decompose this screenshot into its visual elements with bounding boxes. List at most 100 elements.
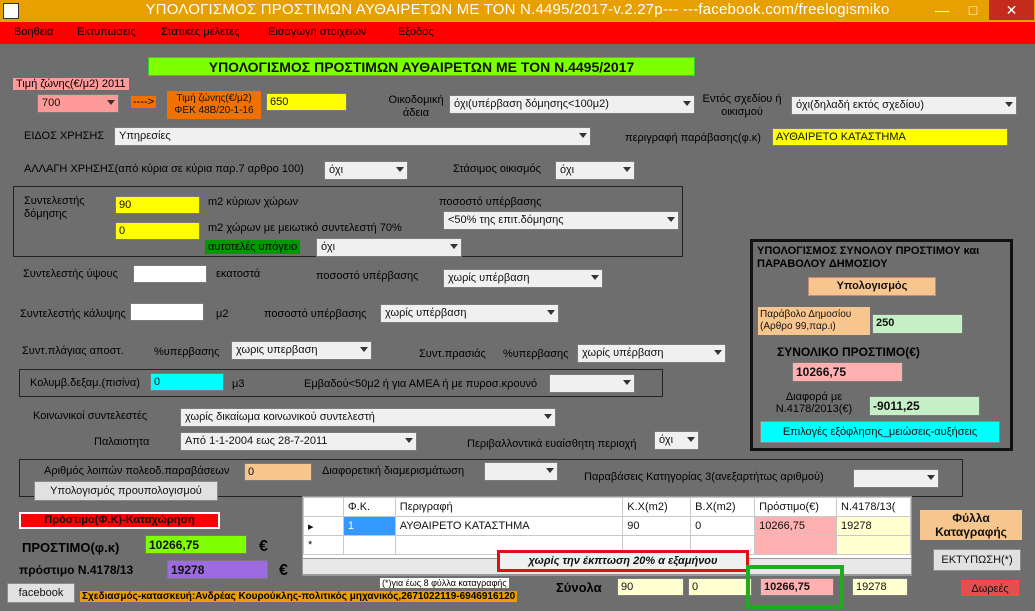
diff-plan-label: Διαφορετική διαμερισμάτωση bbox=[322, 465, 465, 477]
chevron-down-icon bbox=[623, 167, 631, 172]
use-select[interactable]: Υπηρεσίες bbox=[114, 127, 591, 146]
chevron-down-icon bbox=[667, 217, 675, 222]
plan-select-value: όχι(δηλαδή εκτός σχεδίου) bbox=[796, 99, 924, 111]
grid-cell[interactable] bbox=[754, 535, 838, 555]
front-select[interactable]: χωρίς υπέρβαση bbox=[577, 344, 726, 363]
amea-select[interactable] bbox=[549, 374, 635, 393]
zone-select[interactable]: 700 bbox=[37, 94, 119, 113]
change-select[interactable]: όχι bbox=[324, 161, 408, 180]
main-area-input[interactable]: 90 bbox=[115, 196, 200, 214]
other-input[interactable]: 0 bbox=[244, 463, 312, 481]
env-select[interactable]: όχι bbox=[654, 431, 699, 450]
grid-corner bbox=[303, 497, 344, 517]
total-fine-value: 10266,75 bbox=[792, 362, 903, 382]
fee-input[interactable]: 250 bbox=[872, 314, 963, 334]
sum-bx: 0 bbox=[688, 578, 752, 596]
grid-header[interactable]: Β.Χ(m2) bbox=[690, 497, 756, 517]
chevron-down-icon bbox=[579, 133, 587, 138]
table-row[interactable]: ▸ 1 ΑΥΘΑΙΡΕΤΟ ΚΑΤΑΣΤΗΜΑ 90 0 10266,75 19… bbox=[303, 516, 911, 536]
minimize-button[interactable]: — bbox=[927, 0, 957, 20]
pool-label: Κολυμβ.δεξαμ.(πισίνα) bbox=[30, 377, 140, 389]
grid-cell[interactable]: ΑΥΘΑΙΡΕΤΟ ΚΑΤΑΣΤΗΜΑ bbox=[394, 516, 624, 536]
menu-input[interactable]: Εισαγωγη στοιχειων bbox=[268, 26, 366, 38]
menu-prints[interactable]: Εκτυπωσεις bbox=[77, 26, 136, 38]
use-select-value: Υπηρεσίες bbox=[119, 130, 171, 142]
row-selector[interactable]: * bbox=[303, 535, 344, 555]
diff-value: -9011,25 bbox=[869, 396, 980, 416]
grid-header[interactable]: Περιγραφή bbox=[394, 497, 624, 517]
calculate-button[interactable]: Υπολογισμός bbox=[808, 277, 936, 296]
grid-cell[interactable]: 1 bbox=[342, 516, 396, 536]
building-pct-select[interactable]: <50% της επιτ.δόμησης bbox=[443, 211, 679, 230]
chevron-down-icon bbox=[107, 100, 115, 105]
plan-select[interactable]: όχι(δηλαδή εκτός σχεδίου) bbox=[791, 96, 1017, 115]
reduced-area-input[interactable]: 0 bbox=[115, 222, 200, 240]
grid-cell[interactable]: 10266,75 bbox=[754, 516, 838, 536]
chevron-down-icon bbox=[544, 414, 552, 419]
chevron-down-icon bbox=[1005, 102, 1013, 107]
chevron-down-icon bbox=[450, 244, 458, 249]
fek-zone-input[interactable]: 650 bbox=[266, 93, 347, 111]
grid-header[interactable]: Πρόστιμο(€) bbox=[754, 497, 838, 517]
grid-cell[interactable]: 0 bbox=[690, 516, 756, 536]
age-select[interactable]: Από 1-1-2004 εως 28-7-2011 bbox=[180, 432, 417, 451]
social-select[interactable]: χωρίς δικαίωμα κοινωνικού συντελεστή bbox=[180, 408, 556, 427]
register-fine-button[interactable]: Πρόστιμο(Φ.Κ)-Καταχώρηση bbox=[19, 512, 220, 529]
side-select[interactable]: χωρις υπερβαση bbox=[231, 341, 372, 360]
coverage-input[interactable] bbox=[130, 303, 204, 321]
cat3-label: Παραβάσεις Κατηγορίας 3(ανεξαρτήτως αριθ… bbox=[584, 471, 824, 483]
front-label: Συντ.πρασιάς bbox=[419, 348, 486, 360]
coverage-pct-select[interactable]: χωρίς υπέρβαση bbox=[380, 304, 559, 323]
reduced-area-label: m2 χώρων με μειωτικό συντελεστή 70% bbox=[208, 222, 402, 234]
menu-help[interactable]: Βοηθεια bbox=[14, 26, 53, 38]
pool-unit: μ3 bbox=[232, 378, 245, 390]
grid-header[interactable]: Φ.Κ. bbox=[342, 497, 396, 517]
grid-cell[interactable]: 19278 bbox=[836, 516, 911, 536]
row-selector[interactable]: ▸ bbox=[303, 516, 344, 536]
height-pct-select[interactable]: χωρίς υπέρβαση bbox=[443, 269, 603, 288]
facebook-button[interactable]: facebook bbox=[7, 583, 75, 603]
amea-label: Εμβαδού<50μ2 ή για ΑΜΕΑ ή με πυροσ.κρουν… bbox=[304, 378, 538, 390]
grid-cell[interactable] bbox=[342, 535, 396, 555]
close-button[interactable]: ✕ bbox=[989, 0, 1034, 20]
menu-bar: Βοηθεια Εκτυπωσεις Στατικες μελετες Εισα… bbox=[0, 22, 1035, 44]
print-button[interactable]: ΕΚΤΥΠΩΣΗ(*) bbox=[933, 549, 1021, 571]
env-value: όχι bbox=[659, 434, 674, 446]
chevron-down-icon bbox=[360, 347, 368, 352]
totals-title: ΥΠΟΛΟΓΙΣΜΟΣ ΣΥΝΟΛΟΥ ΠΡΟΣΤΙΜΟΥ και ΠΑΡΑΒΟ… bbox=[757, 245, 980, 270]
permit-select[interactable]: όχι(υπέρβαση δόμησης<100μ2) bbox=[449, 95, 695, 114]
coverage-label: Συντελεστής κάλυψης bbox=[20, 308, 126, 320]
fine-fk-value: 10266,75 bbox=[145, 535, 247, 554]
diff-plan-select[interactable] bbox=[484, 462, 558, 481]
payment-options-button[interactable]: Επιλογές εξόφλησης_μειώσεις-αυξήσεις bbox=[760, 421, 1000, 443]
gifts-button[interactable]: Δωρεές bbox=[961, 580, 1019, 596]
grid-cell[interactable] bbox=[836, 535, 911, 555]
stasimos-select[interactable]: όχι bbox=[555, 161, 635, 180]
grid-cell[interactable]: 90 bbox=[622, 516, 692, 536]
age-value: Από 1-1-2004 εως 28-7-2011 bbox=[185, 435, 328, 447]
maximize-button[interactable]: □ bbox=[958, 0, 988, 20]
basement-select[interactable]: όχι bbox=[316, 238, 462, 257]
sum-old: 19278 bbox=[852, 578, 908, 596]
grid-header[interactable]: Κ.Χ(m2) bbox=[622, 497, 692, 517]
total-fine-label: ΣΥΝΟΛΙΚΟ ΠΡΟΣΤΙΜΟ(€) bbox=[777, 345, 920, 359]
height-input[interactable] bbox=[133, 265, 207, 283]
building-pct-label: ποσοστό υπέρβασης bbox=[439, 196, 542, 208]
zone-select-value: 700 bbox=[42, 97, 61, 109]
pool-input[interactable]: 0 bbox=[150, 373, 224, 391]
fine-fk-label: ΠΡΟΣΤΙΜΟ(φ.κ) bbox=[22, 540, 120, 555]
building-pct-value: <50% της επιτ.δόμησης bbox=[448, 214, 564, 226]
descr-input[interactable]: ΑΥΘΑΙΡΕΤΟ ΚΑΤΑΣΤΗΜΑ bbox=[772, 128, 1008, 146]
old-law-label: πρόστιμο Ν.4178/13 bbox=[19, 563, 134, 577]
chevron-down-icon bbox=[546, 468, 554, 473]
menu-static[interactable]: Στατικες μελετες bbox=[161, 26, 240, 38]
social-value: χωρίς δικαίωμα κοινωνικού συντελεστή bbox=[185, 411, 375, 423]
chevron-down-icon bbox=[396, 167, 404, 172]
change-label: ΑΛΛΑΓΗ ΧΡΗΣΗΣ(από κύρια σε κύρια παρ.7 α… bbox=[24, 163, 304, 175]
grid-header[interactable]: Ν.4178/13( bbox=[836, 497, 911, 517]
budget-button[interactable]: Υπολογισμός προυπολογισμού bbox=[34, 481, 218, 501]
menu-exit[interactable]: Εξοδος bbox=[398, 26, 434, 38]
cat3-select[interactable] bbox=[853, 469, 939, 488]
stasimos-select-value: όχι bbox=[560, 164, 575, 176]
chevron-down-icon bbox=[405, 438, 413, 443]
